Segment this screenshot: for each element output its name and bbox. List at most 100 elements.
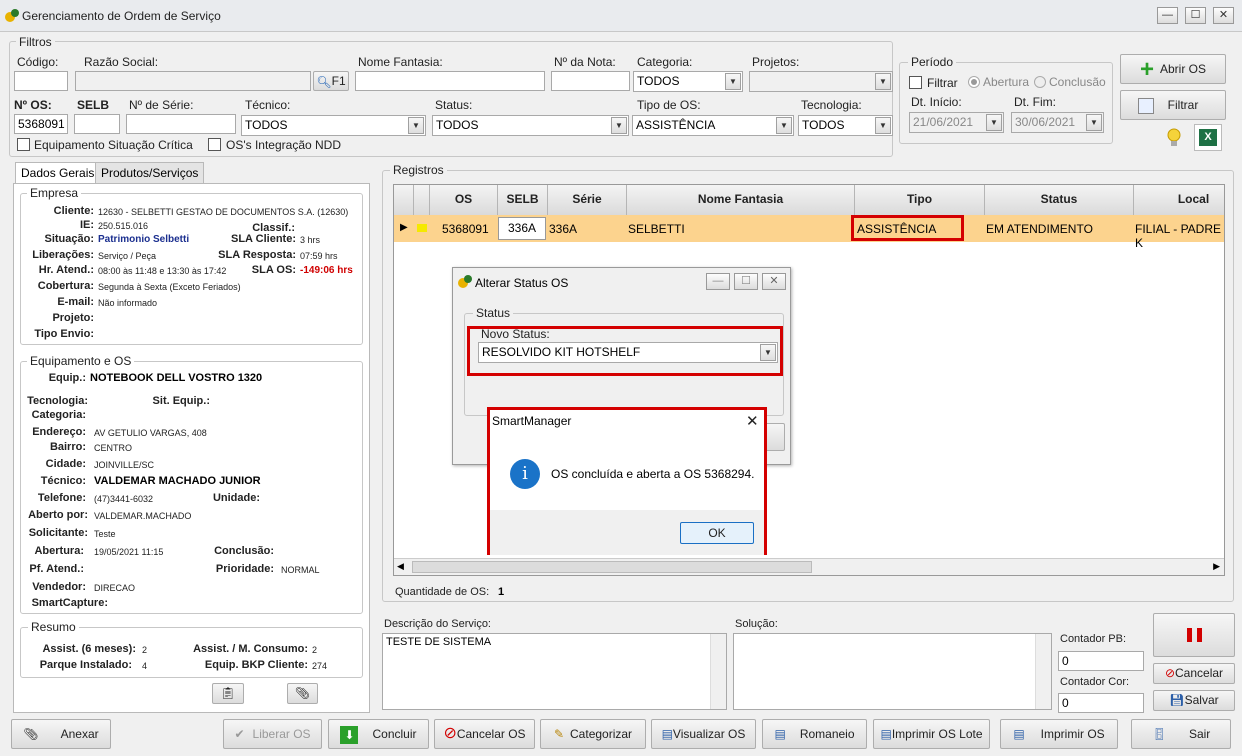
- empresa-row-label: Liberações:: [32, 249, 94, 261]
- imprimir-os-button[interactable]: ▤ Imprimir OS: [1000, 719, 1118, 749]
- romaneio-label: Romaneio: [799, 727, 855, 741]
- empresa-row-label: Tipo Envio:: [34, 328, 94, 340]
- contador-pb-input[interactable]: 0: [1058, 651, 1144, 671]
- solucao-textarea[interactable]: [733, 633, 1052, 710]
- close-window-button[interactable]: ✕: [1213, 7, 1234, 24]
- empresa-row-value: 250.515.016: [98, 221, 149, 231]
- col-selb[interactable]: SELB: [498, 185, 548, 215]
- empresa-row-value: 12630 - SELBETTI GESTAO DE DOCUMENTOS S.…: [98, 207, 349, 217]
- minimize-button[interactable]: —: [1157, 7, 1178, 24]
- lightbulb-icon[interactable]: [1166, 127, 1182, 149]
- col-local[interactable]: Local: [1134, 185, 1224, 215]
- imprimir-os-lote-button[interactable]: ▤Imprimir OS Lote: [873, 719, 990, 749]
- alterar-close-button[interactable]: ✕: [762, 273, 786, 290]
- contador-cor-input[interactable]: 0: [1058, 693, 1144, 713]
- scrollbar-thumb[interactable]: [412, 561, 812, 573]
- smartcapture-label: SmartCapture:: [31, 597, 108, 609]
- cell-os: 5368091: [442, 222, 489, 236]
- report-icon: ▤: [1013, 727, 1025, 741]
- selb-input[interactable]: [74, 114, 120, 134]
- status-select[interactable]: TODOS ▼: [432, 115, 629, 136]
- prioridade-value: NORMAL: [281, 565, 320, 575]
- cancelar-os-button[interactable]: ⊘Cancelar OS: [434, 719, 535, 749]
- descricao-textarea[interactable]: TESTE DE SISTEMA: [382, 633, 727, 710]
- telefone-label: Telefone:: [37, 492, 86, 504]
- f1-label: F1: [331, 74, 346, 88]
- sair-button[interactable]: 🚪︎ Sair: [1131, 719, 1231, 749]
- tab-produtos-servicos[interactable]: Produtos/Serviços: [95, 162, 205, 183]
- tecnico-select[interactable]: TODOS ▼: [241, 115, 426, 136]
- anexar-label: Anexar: [60, 727, 99, 741]
- filtrar-button[interactable]: Filtrar: [1120, 90, 1226, 120]
- nome-fantasia-input[interactable]: [355, 71, 545, 91]
- sla-cliente-label: SLA Cliente:: [231, 233, 296, 245]
- projetos-select[interactable]: ▼: [749, 71, 893, 92]
- cell-local: FILIAL - PADRE K: [1135, 222, 1222, 250]
- os-input[interactable]: 5368091: [14, 114, 68, 134]
- anexar-button[interactable]: 📎︎ Anexar: [11, 719, 111, 749]
- col-os[interactable]: OS: [430, 185, 498, 215]
- categorizar-button[interactable]: ✎ Categorizar: [540, 719, 646, 749]
- excel-icon: X: [1199, 129, 1217, 146]
- abertura-radio[interactable]: [968, 76, 980, 88]
- romaneio-button[interactable]: ▤ Romaneio: [762, 719, 867, 749]
- attach-small-button[interactable]: 📎︎: [287, 683, 318, 704]
- col-serie[interactable]: Série: [548, 185, 627, 215]
- alterar-maximize-button[interactable]: ☐: [734, 273, 758, 290]
- cell-status: EM ATENDIMENTO: [986, 222, 1093, 236]
- pause-icon-bar: [1197, 628, 1202, 642]
- col-nome-fantasia[interactable]: Nome Fantasia: [627, 185, 855, 215]
- horizontal-scrollbar[interactable]: ◀ ▶: [394, 558, 1224, 575]
- salvar-button[interactable]: 💾︎Salvar: [1153, 690, 1235, 711]
- plus-icon: +: [1139, 55, 1154, 83]
- msgbox-close-button[interactable]: ✕: [746, 412, 759, 430]
- dt-fim-picker[interactable]: 30/06/2021 ▼: [1011, 112, 1104, 133]
- os-ndd-checkbox[interactable]: [208, 138, 221, 151]
- ok-button[interactable]: OK: [680, 522, 754, 544]
- tipo-os-label: Tipo de OS:: [637, 98, 701, 112]
- abrir-os-button[interactable]: + Abrir OS: [1120, 54, 1226, 84]
- descricao-scrollbar[interactable]: [710, 634, 726, 709]
- assist-m-label: Assist. / M. Consumo:: [193, 643, 308, 655]
- tecnologia-select[interactable]: TODOS ▼: [798, 115, 893, 136]
- table-row[interactable]: ▶ 5368091 336A 336A SELBETTI ASSISTÊNCIA…: [394, 215, 1224, 250]
- filtrar-label: Filtrar: [1167, 98, 1199, 112]
- scroll-right-icon: ▶: [1213, 561, 1220, 571]
- clipboard-button[interactable]: 📋︎: [212, 683, 244, 704]
- conclusao-radio[interactable]: [1034, 76, 1046, 88]
- razao-social-input[interactable]: [75, 71, 311, 91]
- tab-dados-gerais[interactable]: Dados Gerais: [15, 162, 101, 183]
- os-ndd-label: OS's Integração NDD: [226, 138, 342, 152]
- eq-critica-checkbox[interactable]: [17, 138, 30, 151]
- maximize-button[interactable]: ☐: [1185, 7, 1206, 24]
- nota-input[interactable]: [551, 71, 630, 91]
- tipo-highlight-box: [851, 215, 964, 241]
- chevron-down-icon: ▼: [875, 73, 891, 90]
- empresa-row-label: Projeto:: [52, 312, 94, 324]
- sla-os-value: -149:06 hrs: [300, 265, 353, 276]
- periodo-legend: Período: [908, 55, 957, 69]
- visualizar-os-button[interactable]: ▤Visualizar OS: [651, 719, 756, 749]
- concluir-button[interactable]: ⬇ Concluir: [328, 719, 429, 749]
- paperclip-icon: 📎︎: [294, 686, 311, 700]
- empresa-row-value: Patrimonio Selbetti: [98, 234, 190, 245]
- codigo-input[interactable]: [14, 71, 68, 91]
- alterar-minimize-button[interactable]: —: [706, 273, 730, 290]
- unidade-label: Unidade:: [212, 492, 260, 504]
- col-status[interactable]: Status: [985, 185, 1134, 215]
- solucao-scrollbar[interactable]: [1035, 634, 1051, 709]
- imprimir-os-label: Imprimir OS: [1040, 727, 1105, 741]
- categoria-select[interactable]: TODOS ▼: [633, 71, 743, 92]
- f1-search-button[interactable]: 🔍︎F1: [313, 71, 349, 91]
- prioridade-label: Prioridade:: [215, 563, 274, 575]
- dt-inicio-picker[interactable]: 21/06/2021 ▼: [909, 112, 1004, 133]
- tipo-os-select[interactable]: ASSISTÊNCIA ▼: [632, 115, 794, 136]
- excel-export-button[interactable]: X: [1194, 124, 1222, 151]
- sla-cliente-value: 3 hrs: [300, 235, 321, 245]
- pause-button[interactable]: [1153, 613, 1235, 657]
- cancelar-button[interactable]: ⊘Cancelar: [1153, 663, 1235, 684]
- periodo-filtrar-checkbox[interactable]: [909, 76, 922, 89]
- serie-input[interactable]: [126, 114, 236, 134]
- col-tipo[interactable]: Tipo: [855, 185, 985, 215]
- liberar-os-button[interactable]: ✔ Liberar OS: [223, 719, 322, 749]
